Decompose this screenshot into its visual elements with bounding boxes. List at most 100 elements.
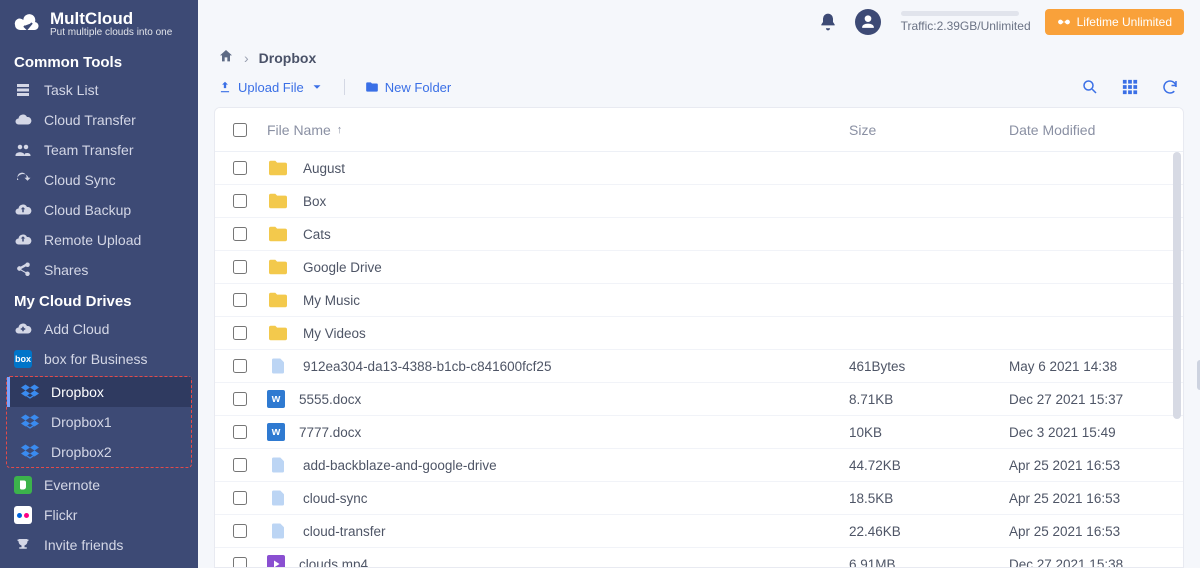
file-name: cloud-transfer xyxy=(303,524,386,539)
sidebar-item-cloud backup[interactable]: Cloud Backup xyxy=(0,195,198,225)
table-row[interactable]: My Videos xyxy=(215,317,1183,350)
sidebar-item-box for business[interactable]: box box for Business xyxy=(0,344,198,374)
file-icon xyxy=(267,489,289,507)
sidebar-item-label: Task List xyxy=(44,82,98,98)
table-row[interactable]: August xyxy=(215,152,1183,185)
row-checkbox[interactable] xyxy=(233,227,247,241)
scrollbar[interactable] xyxy=(1173,152,1181,563)
file-date: May 6 2021 14:38 xyxy=(1009,359,1169,374)
file-icon xyxy=(267,357,289,375)
traffic-bar xyxy=(901,11,1019,16)
user-icon xyxy=(858,12,878,32)
upload-file-button[interactable]: Upload File xyxy=(218,80,324,95)
logo[interactable]: MultCloud Put multiple clouds into one xyxy=(0,0,198,46)
row-checkbox[interactable] xyxy=(233,260,247,274)
col-header-date[interactable]: Date Modified xyxy=(1009,122,1169,138)
box-icon: box xyxy=(14,350,32,368)
file-size: 8.71KB xyxy=(849,392,1009,407)
table-row[interactable]: Cats xyxy=(215,218,1183,251)
sidebar-item-remote upload[interactable]: Remote Upload xyxy=(0,225,198,255)
new-folder-label: New Folder xyxy=(385,80,451,95)
file-date: Apr 25 2021 16:53 xyxy=(1009,524,1169,539)
sidebar-item-label: box for Business xyxy=(44,351,148,367)
plan-badge-label: Lifetime Unlimited xyxy=(1077,15,1172,29)
table-row[interactable]: Google Drive xyxy=(215,251,1183,284)
row-checkbox[interactable] xyxy=(233,293,247,307)
row-checkbox[interactable] xyxy=(233,326,247,340)
main: Traffic:2.39GB/Unlimited Lifetime Unlimi… xyxy=(198,0,1200,568)
sidebar-item-cloud sync[interactable]: Cloud Sync xyxy=(0,165,198,195)
upload-icon xyxy=(218,80,232,94)
sidebar-item-evernote[interactable]: Evernote xyxy=(0,470,198,500)
file-size: 6.91MB xyxy=(849,557,1009,568)
row-checkbox[interactable] xyxy=(233,392,247,406)
file-icon xyxy=(267,522,289,540)
sidebar-item-label: Cloud Sync xyxy=(44,172,116,188)
file-icon xyxy=(267,456,289,474)
share-icon xyxy=(14,261,32,279)
folder-icon xyxy=(267,159,289,177)
sidebar-item-team transfer[interactable]: Team Transfer xyxy=(0,135,198,165)
upload-icon xyxy=(14,231,32,249)
row-checkbox[interactable] xyxy=(233,425,247,439)
row-checkbox[interactable] xyxy=(233,359,247,373)
row-checkbox[interactable] xyxy=(233,557,247,568)
table-row[interactable]: Box xyxy=(215,185,1183,218)
list-icon xyxy=(14,81,32,99)
row-checkbox[interactable] xyxy=(233,194,247,208)
scrollbar-thumb[interactable] xyxy=(1173,152,1181,419)
file-date: Apr 25 2021 16:53 xyxy=(1009,491,1169,506)
table-row[interactable]: cloud-transfer 22.46KB Apr 25 2021 16:53 xyxy=(215,515,1183,548)
brand-name: MultCloud xyxy=(50,10,172,28)
sidebar-item-dropbox[interactable]: Dropbox xyxy=(7,377,191,407)
backup-icon xyxy=(14,201,32,219)
grid-icon xyxy=(1121,78,1139,96)
col-header-size[interactable]: Size xyxy=(849,122,1009,138)
account-button[interactable] xyxy=(855,9,881,35)
sidebar-item-task list[interactable]: Task List xyxy=(0,75,198,105)
table-row[interactable]: w 5555.docx 8.71KB Dec 27 2021 15:37 xyxy=(215,383,1183,416)
upload-label: Upload File xyxy=(238,80,304,95)
sidebar-item-dropbox1[interactable]: Dropbox1 xyxy=(7,407,191,437)
file-name: 5555.docx xyxy=(299,392,361,407)
table-row[interactable]: w 7777.docx 10KB Dec 3 2021 15:49 xyxy=(215,416,1183,449)
refresh-button[interactable] xyxy=(1160,77,1180,97)
row-checkbox[interactable] xyxy=(233,458,247,472)
grid-view-button[interactable] xyxy=(1120,77,1140,97)
search-button[interactable] xyxy=(1080,77,1100,97)
row-checkbox[interactable] xyxy=(233,161,247,175)
sidebar-heading-drives: My Cloud Drives xyxy=(0,285,198,314)
col-header-name[interactable]: File Name ↑ xyxy=(265,122,849,138)
brand-tagline: Put multiple clouds into one xyxy=(50,28,172,39)
table-row[interactable]: 912ea304-da13-4388-b1cb-c841600fcf25 461… xyxy=(215,350,1183,383)
docx-icon: w xyxy=(267,423,285,441)
breadcrumb-home[interactable] xyxy=(218,48,234,67)
table-row[interactable]: My Music xyxy=(215,284,1183,317)
row-checkbox[interactable] xyxy=(233,491,247,505)
trophy-icon xyxy=(14,536,32,554)
plan-badge-button[interactable]: Lifetime Unlimited xyxy=(1045,9,1184,35)
sidebar-item-shares[interactable]: Shares xyxy=(0,255,198,285)
sidebar-item-flickr[interactable]: Flickr xyxy=(0,500,198,530)
topbar: Traffic:2.39GB/Unlimited Lifetime Unlimi… xyxy=(198,0,1200,44)
notifications-button[interactable] xyxy=(815,9,841,35)
folder-icon xyxy=(267,324,289,342)
file-table: File Name ↑ Size Date Modified August Bo… xyxy=(214,107,1184,568)
sidebar-item-invite friends[interactable]: Invite friends xyxy=(0,530,198,560)
select-all-checkbox[interactable] xyxy=(233,123,247,137)
sidebar-heading-common: Common Tools xyxy=(0,46,198,75)
sidebar-item-cloud transfer[interactable]: Cloud Transfer xyxy=(0,105,198,135)
table-row[interactable]: add-backblaze-and-google-drive 44.72KB A… xyxy=(215,449,1183,482)
sidebar-item-become our affiliate[interactable]: $ Become our affiliate xyxy=(0,560,198,568)
new-folder-button[interactable]: New Folder xyxy=(365,80,451,95)
file-name: August xyxy=(303,161,345,176)
folder-icon xyxy=(267,258,289,276)
sidebar-item-add-cloud[interactable]: Add Cloud xyxy=(0,314,198,344)
table-row[interactable]: clouds.mp4 6.91MB Dec 27 2021 15:38 xyxy=(215,548,1183,568)
table-row[interactable]: cloud-sync 18.5KB Apr 25 2021 16:53 xyxy=(215,482,1183,515)
row-checkbox[interactable] xyxy=(233,524,247,538)
file-name: clouds.mp4 xyxy=(299,557,368,568)
sidebar-item-dropbox2[interactable]: Dropbox2 xyxy=(7,437,191,467)
breadcrumb: › Dropbox xyxy=(198,44,1200,75)
flickr-icon xyxy=(14,506,32,524)
